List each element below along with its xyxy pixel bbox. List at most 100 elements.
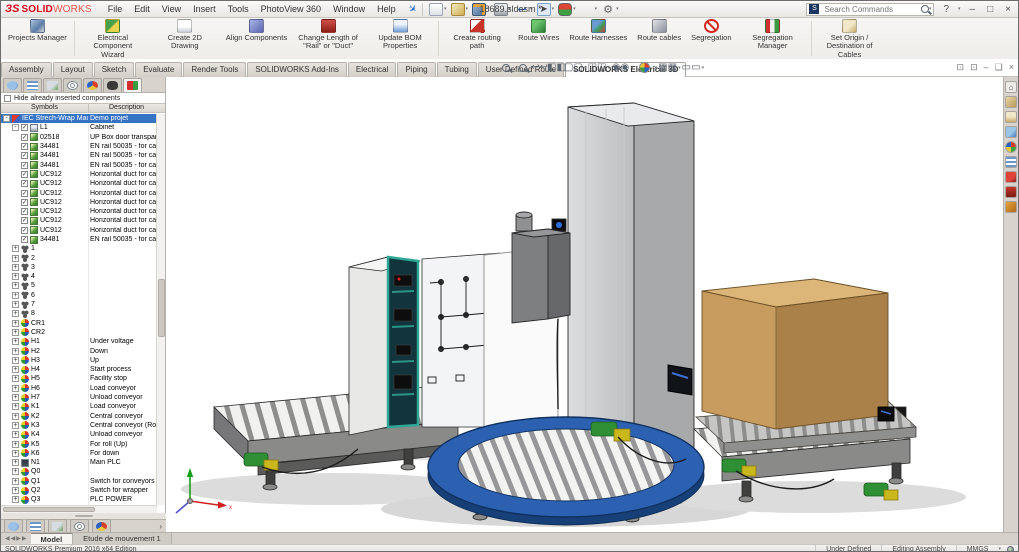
electrical2-icon[interactable]: [1005, 186, 1017, 198]
tree-row-4[interactable]: +4: [1, 272, 157, 281]
model-tab-model[interactable]: Model: [31, 533, 74, 544]
visibility-checkbox[interactable]: ✓: [21, 199, 28, 206]
tree-row-Q3[interactable]: +Q3PLC POWER: [1, 495, 157, 504]
expand-toggle[interactable]: +: [12, 348, 19, 355]
tree-row-Q2[interactable]: +Q2Switch for wrapper: [1, 486, 157, 495]
visibility-checkbox[interactable]: ✓: [21, 236, 28, 243]
tree-row-H1[interactable]: +H1Under voltage: [1, 337, 157, 346]
doc-close-button[interactable]: ×: [1009, 62, 1014, 73]
tree-row-34481[interactable]: ✓34481EN rail 50035 - for cab...: [1, 160, 157, 169]
dropdown-caret[interactable]: ▾: [487, 6, 490, 12]
dropdown-caret[interactable]: ▾: [466, 6, 469, 12]
expand-toggle[interactable]: +: [12, 385, 19, 392]
dropdown-caret[interactable]: ▾: [616, 6, 619, 12]
wrapper-tower[interactable]: [568, 103, 694, 455]
ribbon-segregation-button[interactable]: Segregation: [686, 18, 736, 59]
expand-toggle[interactable]: +: [12, 496, 19, 503]
visibility-checkbox[interactable]: ✓: [21, 124, 28, 131]
expand-toggle[interactable]: +: [12, 245, 19, 252]
visibility-checkbox[interactable]: ✓: [21, 134, 28, 141]
expand-toggle[interactable]: +: [12, 450, 19, 457]
turntable[interactable]: [428, 417, 704, 525]
tree-row-Q0[interactable]: +Q0: [1, 467, 157, 476]
panel-tab-feature-manager[interactable]: [3, 78, 22, 92]
units-dropdown-caret[interactable]: ▾: [998, 546, 1001, 552]
select-icon[interactable]: ➤: [537, 3, 551, 16]
tree-row-UC912[interactable]: ✓UC912Horizontal duct for ca...: [1, 188, 157, 197]
dropdown-caret[interactable]: ▾: [552, 6, 555, 12]
tree-row-8[interactable]: +8: [1, 309, 157, 318]
tree-vertical-scrollbar[interactable]: [156, 114, 165, 505]
expand-toggle[interactable]: +: [12, 459, 19, 466]
dropdown-caret[interactable]: ▾: [530, 6, 533, 12]
tree-row-2[interactable]: +2: [1, 253, 157, 262]
dropdown-caret[interactable]: ▾: [678, 65, 681, 71]
tree-row-H2[interactable]: +H2Down: [1, 346, 157, 355]
help-caret[interactable]: ▾: [958, 6, 961, 12]
description-column-header[interactable]: Description: [109, 104, 144, 111]
dropdown-caret[interactable]: ▾: [595, 6, 598, 12]
home-icon[interactable]: [1005, 81, 1017, 93]
tree-row-02518[interactable]: ✓02518UP Box door transpar...: [1, 133, 157, 142]
dropdown-caret[interactable]: ▾: [608, 65, 611, 71]
model-tab-etude-de-mouvement-1[interactable]: Etude de mouvement 1: [73, 533, 172, 544]
carton-box[interactable]: [702, 279, 894, 429]
tree-row-K3[interactable]: +K3Central conveyor (Ro...: [1, 421, 157, 430]
tab-evaluate[interactable]: Evaluate: [135, 62, 182, 77]
3d-viewport-scene[interactable]: x: [166, 77, 1005, 532]
panel-bottom-tab-dimxpert[interactable]: [70, 519, 89, 533]
globe-icon[interactable]: [1007, 546, 1014, 552]
expand-toggle[interactable]: +: [12, 310, 19, 317]
tree-row-UC912[interactable]: ✓UC912Horizontal duct for ca...: [1, 207, 157, 216]
search-commands-box[interactable]: S ▾: [806, 3, 934, 16]
tree-row-34481[interactable]: ✓34481EN rail 50035 - for cab...: [1, 235, 157, 244]
dropdown-caret[interactable]: ▾: [584, 65, 587, 71]
visibility-checkbox[interactable]: ✓: [21, 208, 28, 215]
display-style-icon[interactable]: ◫: [591, 61, 604, 74]
tree-row-3[interactable]: +3: [1, 263, 157, 272]
ribbon-wires-button[interactable]: Route Wires: [513, 18, 564, 59]
tree-row-UC912[interactable]: ✓UC912Horizontal duct for ca...: [1, 216, 157, 225]
ribbon-align-button[interactable]: Align Components: [221, 18, 292, 59]
expand-toggle[interactable]: +: [12, 301, 19, 308]
tab-layout[interactable]: Layout: [53, 62, 93, 77]
help-button[interactable]: ?: [940, 4, 952, 15]
tab-solidworks-add-ins[interactable]: SOLIDWORKS Add-Ins: [247, 62, 347, 77]
options-icon[interactable]: ⚙: [601, 3, 615, 16]
tree-row-34481[interactable]: ✓34481EN rail 50035 - for cab...: [1, 151, 157, 160]
panel-bottom-tab-display-manager[interactable]: [92, 519, 111, 533]
electrical-icon[interactable]: [1005, 171, 1017, 183]
zoom-to-fit-icon[interactable]: [499, 61, 512, 74]
tree-row-H5[interactable]: +H5Facility stop: [1, 374, 157, 383]
tree-row-5[interactable]: +5: [1, 281, 157, 290]
tab-piping[interactable]: Piping: [397, 62, 435, 77]
menu-tools[interactable]: Tools: [222, 3, 255, 15]
custom-properties-icon[interactable]: [1005, 156, 1017, 168]
zoom-to-area-icon[interactable]: [516, 61, 529, 74]
ribbon-length-button[interactable]: Change Length of "Rail" or "Duct": [292, 18, 364, 59]
visibility-checkbox[interactable]: ✓: [21, 162, 28, 169]
save-icon[interactable]: [472, 3, 486, 16]
expand-toggle[interactable]: -: [3, 115, 10, 122]
expand-toggle[interactable]: -: [12, 124, 19, 131]
tab-tubing[interactable]: Tubing: [437, 62, 477, 77]
visibility-checkbox[interactable]: ✓: [21, 152, 28, 159]
dropdown-caret[interactable]: ▾: [631, 65, 634, 71]
doc-minimize-button[interactable]: –: [984, 62, 989, 73]
tree-horizontal-scrollbar[interactable]: [1, 505, 157, 513]
file-properties-icon[interactable]: [580, 3, 594, 16]
status-mmgs[interactable]: MMGS: [956, 545, 999, 552]
menu-edit[interactable]: Edit: [128, 3, 156, 15]
tree-row-UC912[interactable]: ✓UC912Horizontal duct for ca...: [1, 170, 157, 179]
panel-tab-dimxpert[interactable]: [63, 78, 82, 92]
tab-render-tools[interactable]: Render Tools: [183, 62, 246, 77]
expand-toggle[interactable]: +: [12, 338, 19, 345]
electrical-cabinet[interactable]: [349, 253, 500, 435]
tree-row-H3[interactable]: +H3Up: [1, 356, 157, 365]
tree-row-K2[interactable]: +K2Central conveyor: [1, 412, 157, 421]
tree-row-IEC-Strech-Wrap-Machi-[interactable]: -IEC Strech-Wrap Machi...Demo projet: [1, 114, 157, 123]
graphics-viewport[interactable]: x: [166, 77, 1005, 532]
pin-icon[interactable]: ✈: [405, 2, 418, 16]
expand-toggle[interactable]: +: [12, 375, 19, 382]
apply-scene-icon[interactable]: ▦: [661, 61, 674, 74]
